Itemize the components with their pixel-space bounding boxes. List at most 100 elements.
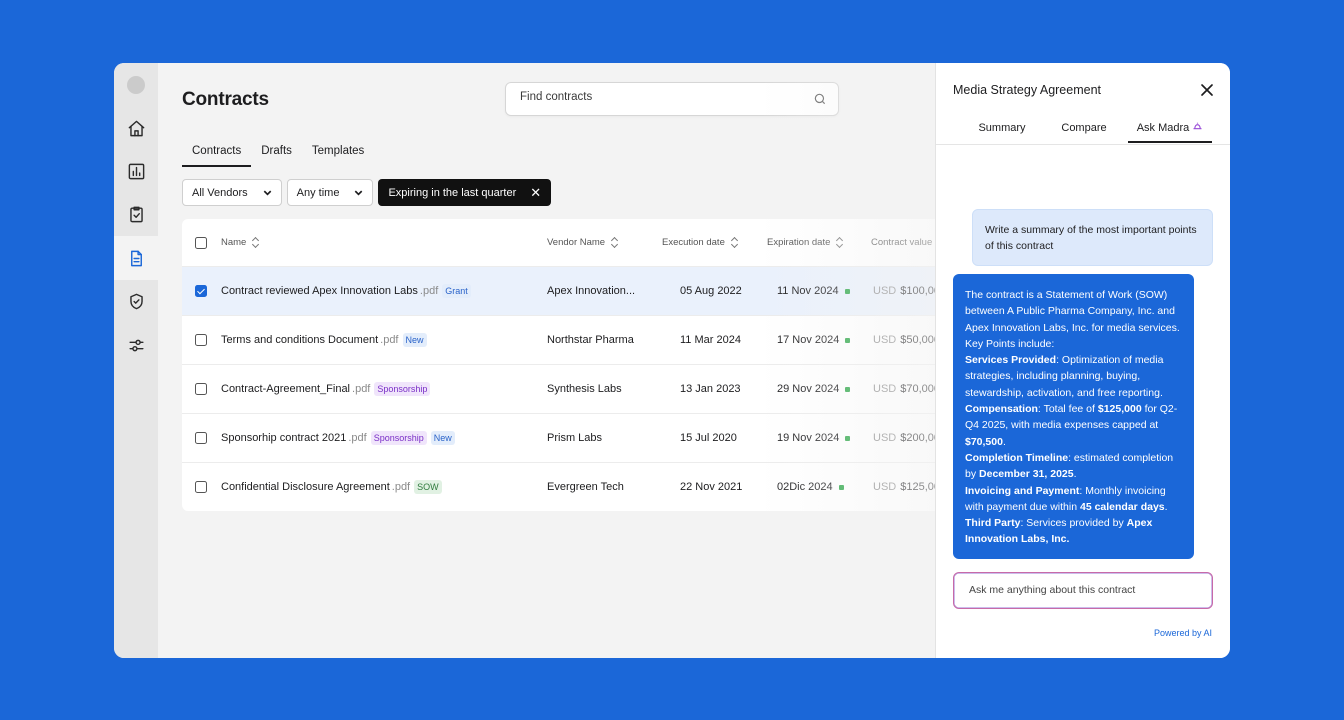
- currency-label: USD: [873, 481, 897, 493]
- row-checkbox[interactable]: [195, 432, 207, 444]
- status-badge: Grant: [442, 284, 471, 298]
- currency-label: USD: [873, 432, 897, 444]
- contract-value-cell: USD$70,000: [873, 365, 935, 413]
- contract-side-panel: Media Strategy Agreement Summary Compare…: [935, 63, 1230, 658]
- tab-drafts[interactable]: Drafts: [251, 143, 302, 167]
- ask-box[interactable]: [953, 572, 1213, 609]
- home-icon: [128, 120, 144, 136]
- close-icon[interactable]: [1200, 83, 1214, 97]
- expiration-date-cell: 11 Nov 2024: [777, 267, 850, 315]
- contract-name: Contract-Agreement_Final: [221, 383, 351, 395]
- table-row[interactable]: Contract-Agreement_Final .pdf Sponsorship S…: [182, 365, 935, 414]
- vendor-cell: Evergreen Tech: [547, 481, 624, 493]
- table-row[interactable]: Contract reviewed Apex Innovation Labs .p…: [182, 267, 935, 316]
- nav-settings[interactable]: [114, 323, 158, 367]
- column-header-value[interactable]: Contract value: [871, 219, 932, 266]
- expiration-date-cell: 17 Nov 2024: [777, 316, 851, 364]
- search-input[interactable]: [520, 91, 800, 103]
- file-extension: .pdf: [391, 481, 411, 493]
- nav-rail: [114, 63, 158, 658]
- contract-name-cell[interactable]: Sponsorhip contract 2021 .pdf Sponsorship N…: [221, 414, 455, 462]
- search-icon[interactable]: [813, 92, 827, 106]
- row-checkbox[interactable]: [195, 334, 207, 346]
- app-window: Contracts Contracts Drafts Templates All…: [114, 63, 1230, 658]
- column-header-expiration[interactable]: Expiration date: [767, 219, 843, 266]
- sort-icon: [611, 237, 618, 248]
- status-badge: New: [402, 333, 427, 347]
- expiration-date-cell: 02Dic 2024: [777, 463, 844, 511]
- user-message: Write a summary of the most important po…: [972, 209, 1213, 266]
- vendor-cell: Prism Labs: [547, 432, 603, 444]
- row-checkbox[interactable]: [195, 383, 207, 395]
- search-box[interactable]: [505, 82, 839, 116]
- contract-name-cell[interactable]: Contract reviewed Apex Innovation Labs .p…: [221, 267, 471, 315]
- contract-value-cell: USD$200,000: [873, 414, 935, 462]
- table-row[interactable]: Terms and conditions Document .pdf New Nort…: [182, 316, 935, 365]
- chevron-down-icon: [263, 190, 271, 196]
- status-dot: [844, 288, 850, 294]
- tab-summary[interactable]: Summary: [972, 122, 1032, 141]
- expiration-date: 29 Nov 2024: [777, 383, 840, 395]
- bar-chart-icon: [128, 163, 144, 179]
- contract-value-cell: USD$50,000: [873, 316, 935, 364]
- contract-name-cell[interactable]: Terms and conditions Document .pdf New: [221, 316, 427, 364]
- tab-ask-madra[interactable]: Ask Madra: [1128, 122, 1212, 143]
- vendor-cell: Northstar Pharma: [547, 334, 634, 346]
- table-row[interactable]: Sponsorhip contract 2021 .pdf Sponsorship N…: [182, 414, 935, 463]
- filter-bar: All Vendors Any time Expiring in the las…: [182, 179, 552, 206]
- status-dot: [845, 435, 851, 441]
- select-all-checkbox[interactable]: [195, 236, 207, 249]
- contract-name-cell[interactable]: Confidential Disclosure Agreement .pdf SOW: [221, 463, 442, 511]
- vendor-filter-label: All Vendors: [192, 186, 248, 199]
- avatar[interactable]: [127, 76, 145, 94]
- expiration-date-cell: 19 Nov 2024: [777, 414, 851, 462]
- tab-templates[interactable]: Templates: [302, 143, 374, 167]
- sliders-icon: [128, 339, 144, 351]
- sort-icon: [836, 237, 843, 248]
- row-checkbox[interactable]: [195, 285, 207, 297]
- chevron-down-icon: [355, 190, 363, 196]
- row-checkbox[interactable]: [195, 481, 207, 493]
- ask-input[interactable]: [969, 584, 1199, 596]
- nav-reports[interactable]: [114, 149, 158, 193]
- file-extension: .pdf: [419, 285, 439, 297]
- table-header: Name Vendor Name Execution date Expirati…: [182, 219, 935, 267]
- clipboard-check-icon: [129, 206, 143, 222]
- nav-home[interactable]: [114, 106, 158, 150]
- execution-date-cell: 05 Aug 2022: [680, 285, 742, 297]
- vendor-filter-dropdown[interactable]: All Vendors: [182, 179, 282, 206]
- currency-label: USD: [873, 285, 897, 297]
- tab-contracts[interactable]: Contracts: [182, 143, 252, 167]
- column-header-vendor[interactable]: Vendor Name: [547, 219, 618, 266]
- table-row[interactable]: Confidential Disclosure Agreement .pdf SOW…: [182, 463, 935, 511]
- contract-value-cell: USD$100,000: [873, 267, 935, 315]
- powered-by-label: Powered by AI: [1153, 628, 1212, 638]
- currency-label: USD: [873, 334, 897, 346]
- nav-contracts[interactable]: [114, 236, 158, 280]
- contract-name-cell[interactable]: Contract-Agreement_Final .pdf Sponsorship: [221, 365, 431, 413]
- time-filter-label: Any time: [296, 186, 340, 199]
- contract-value: $200,000: [900, 432, 935, 444]
- status-badge: SOW: [414, 480, 442, 494]
- tab-ask-madra-label: Ask Madra: [1136, 122, 1190, 134]
- file-extension: .pdf: [348, 432, 367, 444]
- expiration-date: 02Dic 2024: [777, 481, 833, 493]
- expiration-date: 19 Nov 2024: [777, 432, 840, 444]
- contract-name: Sponsorhip contract 2021: [221, 432, 347, 444]
- expiration-date: 17 Nov 2024: [777, 334, 840, 346]
- column-header-name[interactable]: Name: [221, 219, 259, 266]
- status-dot: [838, 484, 844, 490]
- time-filter-dropdown[interactable]: Any time: [286, 179, 374, 206]
- nav-tasks[interactable]: [114, 192, 158, 236]
- column-header-execution[interactable]: Execution date: [662, 219, 738, 266]
- ai-response-message: The contract is a Statement of Work (SOW…: [953, 274, 1194, 559]
- file-extension: .pdf: [380, 334, 399, 346]
- close-icon[interactable]: ✕: [530, 186, 541, 199]
- nav-compliance[interactable]: [114, 279, 158, 323]
- execution-date-cell: 22 Nov 2021: [680, 481, 743, 493]
- page-title: Contracts: [182, 89, 269, 110]
- contract-value-cell: USD$125,000: [873, 463, 935, 511]
- contract-value: $50,000: [900, 334, 935, 346]
- contract-value: $70,000: [900, 383, 935, 395]
- tab-compare[interactable]: Compare: [1054, 122, 1114, 141]
